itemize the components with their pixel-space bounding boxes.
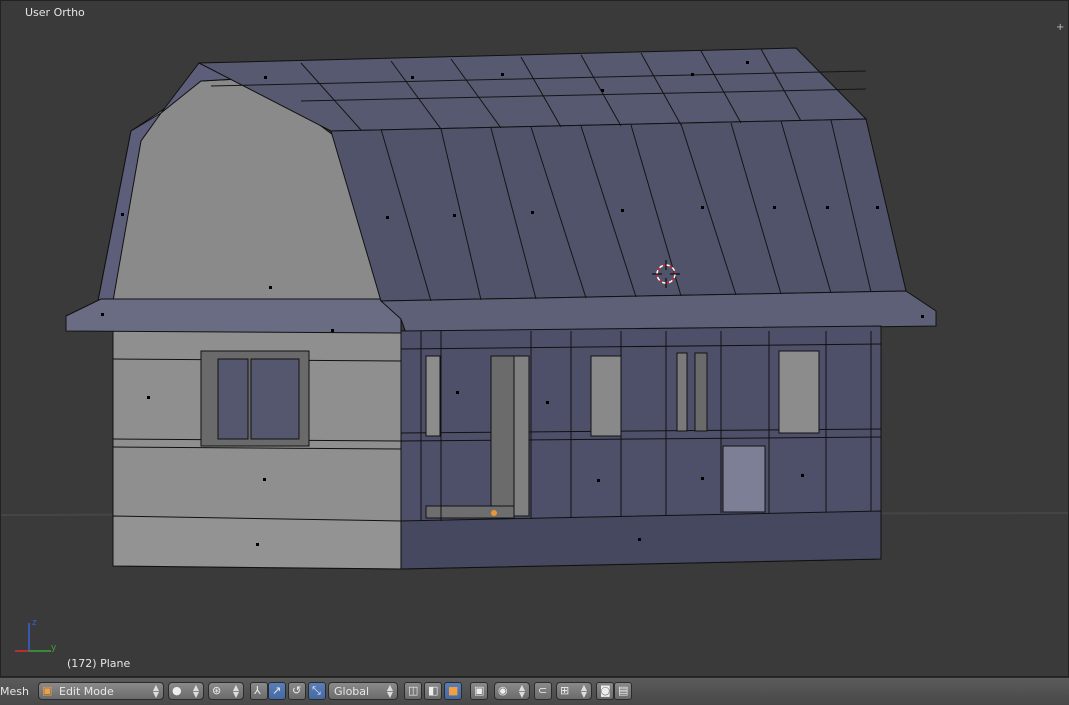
chevron-updown-icon: ▲ ▼ <box>192 683 199 699</box>
axis-z-label: z <box>32 618 37 628</box>
edge-select-button[interactable]: ◧ <box>424 682 442 700</box>
object-origin <box>491 510 497 516</box>
3d-viewport[interactable]: User Ortho + z y (172) Plane <box>0 0 1069 677</box>
viewport-shading[interactable]: ● ▲ ▼ <box>168 682 204 700</box>
snap-element-icon: ⊞ <box>560 684 570 697</box>
gable-base <box>112 515 402 570</box>
chevron-updown-icon: ▲ ▼ <box>152 683 159 699</box>
mode-icon: ▣ <box>42 684 53 697</box>
mode-label: Edit Mode <box>59 685 114 698</box>
edge-select-icon: ◧ <box>428 684 439 697</box>
mesh-menu[interactable]: Mesh <box>0 685 29 698</box>
pivot-point[interactable]: ⊛ ▲ ▼ <box>208 682 244 700</box>
render-button[interactable]: ◙ <box>596 682 614 700</box>
shading-sphere-icon: ● <box>172 684 182 697</box>
rotate-button[interactable]: ↺ <box>288 682 306 700</box>
transform-orientation[interactable]: Global ▲ ▼ <box>328 682 398 700</box>
proportional-icon: ◉ <box>498 684 508 697</box>
gable-eave <box>65 298 402 334</box>
chevron-updown-icon: ▲ ▼ <box>232 683 239 699</box>
render-animation-button[interactable]: ▤ <box>614 682 632 700</box>
chevron-updown-icon: ▲ ▼ <box>580 683 587 699</box>
face-select-icon: ■ <box>448 684 459 697</box>
limit-selection-icon: ▣ <box>474 684 485 697</box>
translate-icon: ↗ <box>272 684 282 697</box>
scale-icon: ⤡ <box>312 684 321 697</box>
vertex-select-icon: ◫ <box>408 684 419 697</box>
rotate-icon: ↺ <box>292 684 302 697</box>
axis-gizmo: z y <box>15 618 57 653</box>
orientation-label: Global <box>334 685 370 698</box>
snap-toggle[interactable]: ⊂ <box>534 682 552 700</box>
vertex-select-button[interactable]: ◫ <box>404 682 422 700</box>
axis-y-label: y <box>51 643 57 653</box>
scale-button[interactable]: ⤡ <box>308 682 326 700</box>
manipulator-toggle[interactable]: ⅄ <box>250 682 268 700</box>
face-select-button[interactable]: ■ <box>444 682 462 700</box>
chevron-updown-icon: ▲ ▼ <box>518 683 525 699</box>
mode-selector[interactable]: ▣ Edit Mode ▲ ▼ <box>38 682 164 700</box>
snap-element[interactable]: ⊞ ▲ ▼ <box>556 682 592 700</box>
render-icon: ◙ <box>600 684 611 697</box>
proportional-editing[interactable]: ◉ ▲ ▼ <box>494 682 530 700</box>
render-anim-icon: ▤ <box>618 684 629 697</box>
active-object-label: (172) Plane <box>67 657 131 670</box>
mesh-scene <box>1 47 1068 570</box>
pivot-icon: ⊛ <box>212 684 222 697</box>
snap-icon: ⊂ <box>538 684 548 697</box>
limit-selection-button[interactable]: ▣ <box>470 682 488 700</box>
translate-button[interactable]: ↗ <box>268 682 286 700</box>
viewport-header: Mesh ▣ Edit Mode ▲ ▼ ● ▲ ▼ ⊛ ▲ ▼ ⅄ ↗ ↺ ⤡ Gl… <box>0 677 1069 705</box>
manipulator-icon: ⅄ <box>254 684 261 697</box>
chevron-updown-icon: ▲ ▼ <box>386 683 393 699</box>
roof-lower <box>330 118 907 302</box>
